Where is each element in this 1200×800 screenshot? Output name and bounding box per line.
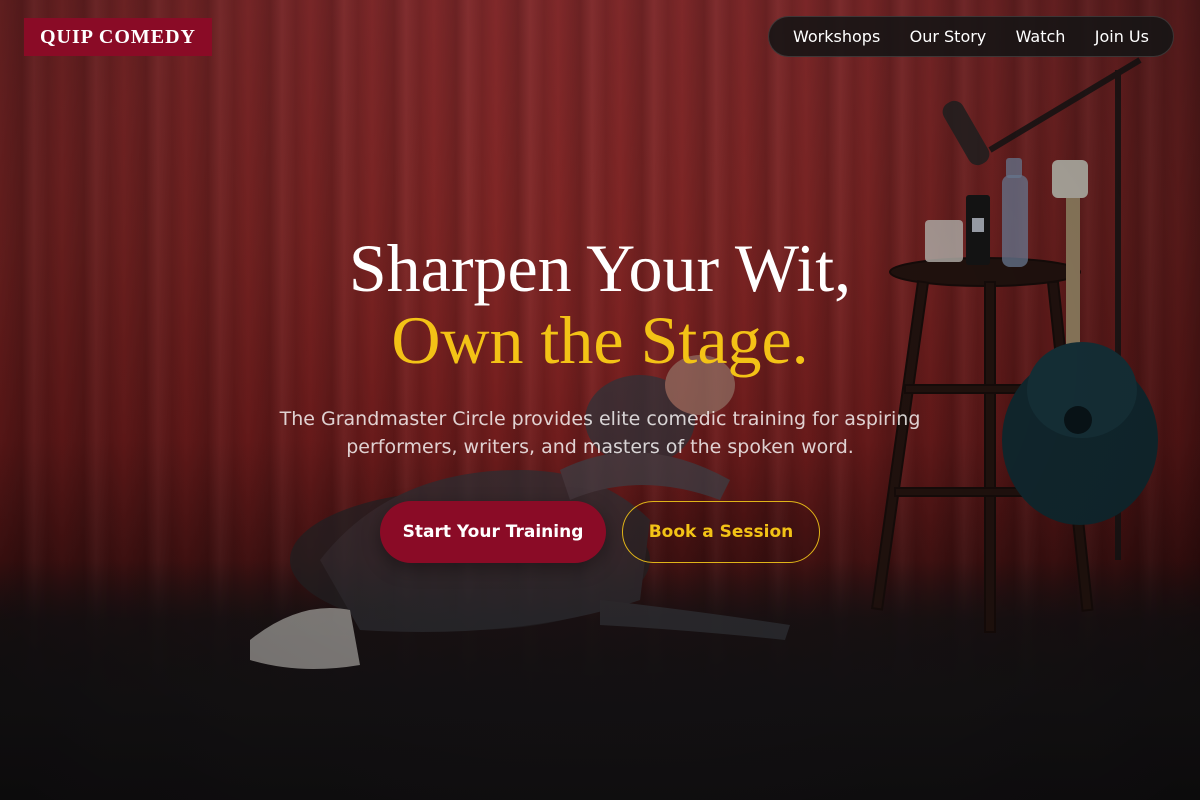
nav-item-join-us[interactable]: Join Us xyxy=(1095,27,1149,46)
hero-dark-overlay xyxy=(0,0,1200,800)
hero-subtitle: The Grandmaster Circle provides elite co… xyxy=(279,408,921,458)
nav-item-our-story[interactable]: Our Story xyxy=(910,27,987,46)
nav-item-workshops[interactable]: Workshops xyxy=(793,27,880,46)
hero-headline-line1: Sharpen Your Wit, xyxy=(348,230,852,306)
main-nav: Workshops Our Story Watch Join Us xyxy=(768,16,1174,57)
hero-headline-line2: Own the Stage. xyxy=(391,302,809,378)
nav-item-watch[interactable]: Watch xyxy=(1016,27,1066,46)
hero-background xyxy=(0,0,1200,800)
brand-logo[interactable]: QUIP COMEDY xyxy=(24,18,212,56)
start-training-button[interactable]: Start Your Training xyxy=(380,501,606,563)
start-training-button-label: Start Your Training xyxy=(402,522,584,542)
book-session-button[interactable]: Book a Session xyxy=(622,501,820,563)
hero-headline: Sharpen Your Wit, Own the Stage. xyxy=(0,232,1200,376)
brand-logo-text: QUIP COMEDY xyxy=(40,25,196,48)
book-session-button-label: Book a Session xyxy=(648,522,794,542)
